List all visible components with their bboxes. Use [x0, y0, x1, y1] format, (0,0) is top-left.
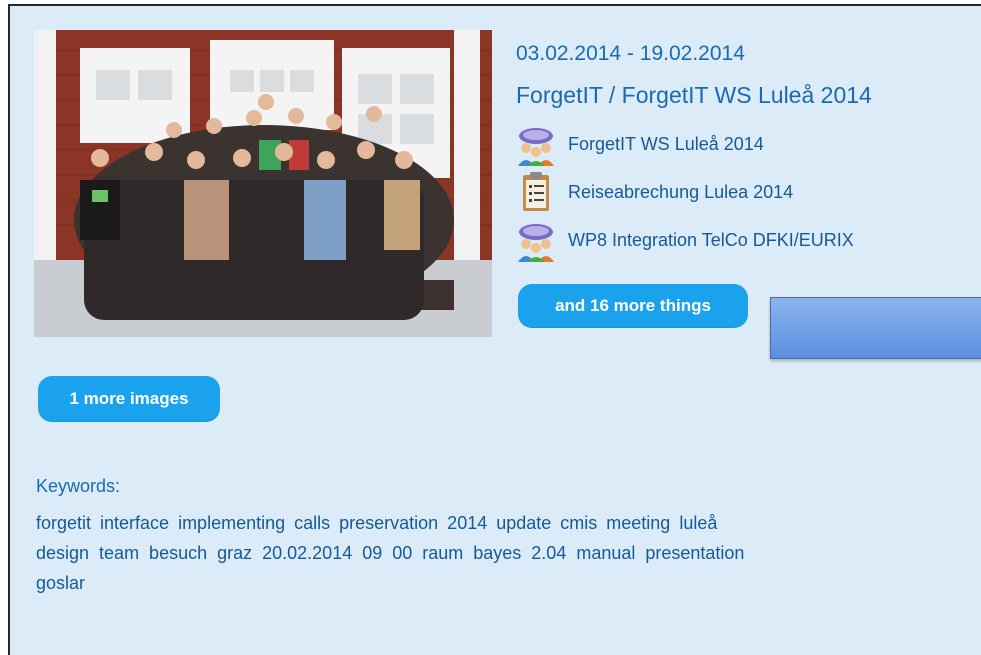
- keywords-line: forgetit interface implementing calls pr…: [36, 513, 718, 533]
- related-thing-label: WP8 Integration TelCo DFKI/EURIX: [568, 229, 854, 250]
- event-breadcrumb-link[interactable]: ForgetIT / ForgetIT WS Luleå 2014: [516, 82, 872, 109]
- keywords-line: goslar: [36, 573, 86, 593]
- event-card: 03.02.2014 - 19.02.2014 ForgetIT / Forge…: [8, 4, 981, 655]
- keywords-text: forgetit interface implementing calls pr…: [36, 508, 981, 598]
- related-thing-label: Reiseabrechung Lulea 2014: [568, 181, 794, 202]
- clipboard-document-icon: [523, 172, 549, 211]
- keywords-label: Keywords:: [36, 476, 121, 496]
- related-thing-label: ForgetIT WS Luleå 2014: [568, 133, 764, 154]
- people-meeting-icon: [518, 224, 554, 262]
- people-meeting-icon: [518, 128, 554, 166]
- more-images-button[interactable]: 1 more images: [38, 376, 220, 422]
- related-thing-item[interactable]: ForgetIT WS Luleå 2014: [516, 122, 976, 166]
- blue-panel[interactable]: [770, 297, 981, 359]
- more-things-button[interactable]: and 16 more things: [518, 284, 748, 328]
- event-date-range: 03.02.2014 - 19.02.2014: [516, 42, 745, 65]
- related-thing-item[interactable]: Reiseabrechung Lulea 2014: [516, 170, 976, 214]
- related-thing-item[interactable]: WP8 Integration TelCo DFKI/EURIX: [516, 218, 976, 262]
- event-group-photo[interactable]: [34, 30, 492, 337]
- keywords-line: design team besuch graz 20.02.2014 09 00…: [36, 543, 745, 563]
